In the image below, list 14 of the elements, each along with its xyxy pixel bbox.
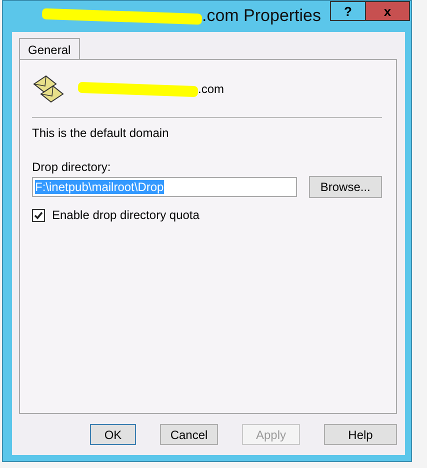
- help-button[interactable]: ?: [330, 1, 366, 21]
- quota-checkbox[interactable]: [32, 208, 45, 222]
- domain-name: .com: [198, 82, 224, 96]
- quota-label: Enable drop directory quota: [52, 208, 200, 222]
- drop-directory-label: Drop directory:: [32, 160, 112, 174]
- tab[interactable]: General: [19, 38, 80, 60]
- close-button[interactable]: x: [366, 1, 410, 21]
- dialog-button[interactable]: Help: [324, 424, 397, 445]
- window-title: .com Properties: [202, 6, 322, 26]
- default-domain-note: This is the default domain: [32, 126, 170, 140]
- dialog-button[interactable]: OK: [90, 424, 136, 445]
- envelopes-icon: [32, 74, 66, 104]
- dialog-button[interactable]: Cancel: [160, 424, 218, 445]
- browse-button[interactable]: Browse...: [308, 176, 382, 198]
